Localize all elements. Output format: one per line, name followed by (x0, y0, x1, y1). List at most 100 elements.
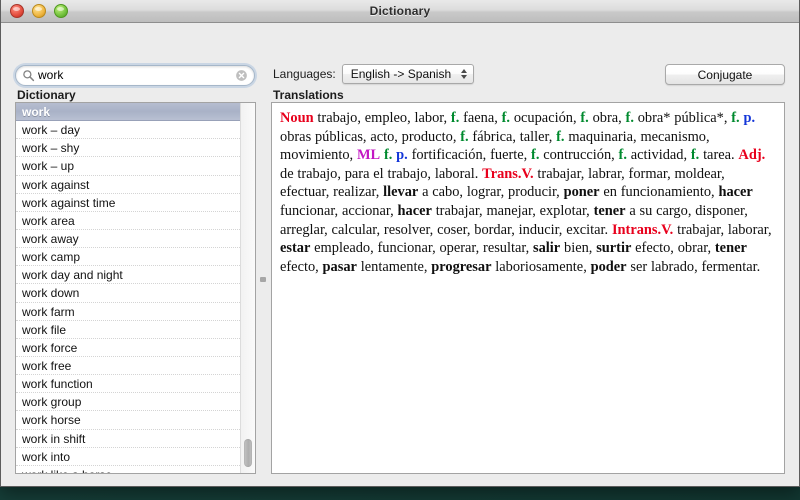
translation-pos-marker: Trans.V. (482, 165, 534, 182)
translation-bold-marker: surtir (596, 240, 632, 257)
splitter-handle-icon[interactable] (260, 277, 266, 282)
dictionary-list-item[interactable]: work day and night (16, 266, 240, 285)
dictionary-list-item[interactable]: work like a horse (16, 466, 240, 473)
translation-gen-marker: f. (618, 147, 627, 164)
translation-pos-marker: Adj. (738, 147, 766, 164)
minimize-button[interactable] (32, 4, 46, 18)
window-content: Languages: English -> Spanish Conjugate … (1, 23, 799, 486)
translation-text-run: fábrica, taller, (468, 128, 557, 145)
dictionary-list-item[interactable]: work camp (16, 248, 240, 267)
translations-text: Noun trabajo, empleo, labor, f. faena, f… (272, 103, 784, 282)
dictionary-scrollbar[interactable] (240, 103, 255, 473)
window-controls (10, 4, 68, 18)
translation-text-run: contrucción, (539, 147, 619, 164)
translations-pane-label: Translations (273, 88, 344, 102)
translation-text-run: obras públicas, acto, producto, (280, 128, 461, 145)
translation-text-run: trabajar, laborar, (673, 221, 772, 238)
translation-text-run: actividad, (626, 147, 691, 164)
translation-text-run: tarea. (699, 147, 739, 164)
translation-bold-marker: pasar (322, 258, 357, 275)
languages-select[interactable]: English -> Spanish (341, 64, 475, 84)
dictionary-list-item[interactable]: work horse (16, 411, 240, 430)
dictionary-list-item[interactable]: work against time (16, 194, 240, 212)
dictionary-list-item[interactable]: work farm (16, 303, 240, 321)
dictionary-window: Dictionary Languages: English -> Spanish (0, 0, 800, 487)
translation-text-run: ocupación, (510, 110, 581, 126)
translation-text-run: funcionar, accionar, (280, 202, 398, 219)
dictionary-list-item[interactable]: work down (16, 284, 240, 303)
translation-bold-marker: poder (590, 258, 627, 275)
dictionary-list-item[interactable]: work file (16, 321, 240, 339)
translation-gen-marker: f. (501, 110, 511, 126)
dictionary-list-item[interactable]: work away (16, 230, 240, 249)
dictionary-list-item[interactable]: work – day (16, 121, 240, 140)
translation-pos-marker: Intrans.V. (611, 221, 674, 238)
clear-icon[interactable] (235, 69, 248, 82)
dictionary-list-item[interactable]: work – shy (16, 139, 240, 158)
translation-bold-marker: poner (563, 184, 600, 201)
pane-splitter[interactable] (259, 102, 269, 474)
translation-text-run: fortificación, fuerte, (407, 147, 532, 164)
dictionary-list-item[interactable]: work into (16, 448, 240, 466)
dictionary-list-item[interactable]: work group (16, 393, 240, 412)
close-button[interactable] (10, 4, 24, 18)
dictionary-list-item[interactable]: work against (16, 176, 240, 194)
languages-selected-value: English -> Spanish (350, 67, 452, 81)
translation-text-run: en funcionamiento, (599, 184, 719, 201)
dictionary-list-item[interactable]: work in shift (16, 430, 240, 448)
translation-text-run: faena, (459, 110, 502, 126)
dictionary-list-item[interactable]: work function (16, 375, 240, 394)
translation-gen-marker: f. (580, 110, 589, 126)
translation-gen-marker: f. (690, 147, 700, 164)
translation-text-run: efecto, obrar, (631, 240, 715, 257)
dictionary-list-item[interactable]: work area (16, 212, 240, 230)
translation-plural-marker: p. (396, 147, 408, 164)
translation-bold-marker: llevar (383, 184, 419, 201)
translation-bold-marker: tener (593, 202, 626, 219)
translation-bold-marker: tener (714, 240, 747, 257)
translation-gen-marker: f. (460, 128, 469, 145)
window-title: Dictionary (369, 4, 431, 18)
translation-bold-marker: progresar (431, 258, 492, 275)
translation-bold-marker: estar (280, 240, 311, 257)
translation-text-run: empleado, funcionar, operar, resultar, (310, 240, 534, 257)
search-icon (23, 70, 35, 82)
popup-arrows-icon (461, 69, 468, 79)
dictionary-pane-label: Dictionary (17, 88, 76, 102)
dictionary-list-item[interactable]: work force (16, 339, 240, 357)
translation-bold-marker: hacer (718, 184, 753, 201)
dictionary-scrollbar-thumb[interactable] (244, 439, 252, 467)
search-field[interactable] (15, 65, 255, 86)
translation-text-run: trabajo, empleo, labor, (313, 110, 451, 126)
translation-text-run: lentamente, (356, 258, 432, 275)
translation-text-run: laboriosamente, (491, 258, 591, 275)
translation-plural-marker: p. (743, 110, 756, 126)
zoom-button[interactable] (54, 4, 68, 18)
translation-text-run: a cabo, lograr, producir, (418, 184, 564, 201)
languages-label: Languages: (273, 67, 336, 81)
translation-text-run: efecto, (280, 258, 323, 275)
dictionary-list-item[interactable]: work (16, 103, 240, 122)
translation-text-run: bien, (560, 240, 597, 257)
translation-usage-marker: ML (356, 147, 381, 164)
translation-gen-marker: f. (556, 128, 565, 145)
translation-gen-marker: f. (731, 110, 740, 126)
translation-text-run: obra, (588, 110, 626, 126)
dictionary-list-item[interactable]: work – up (16, 157, 240, 176)
conjugate-button[interactable]: Conjugate (665, 64, 785, 85)
translation-bold-marker: salir (533, 240, 561, 257)
translation-text-run: obra* pública*, (633, 110, 732, 126)
languages-control: Languages: English -> Spanish (273, 64, 475, 84)
dictionary-list-pane: work work – day work – shy work – up work ag… (15, 102, 256, 474)
translation-gen-marker: f. (625, 110, 634, 126)
translation-text-run: de trabajo, para el trabajo, laboral. (280, 165, 483, 182)
dictionary-list-item[interactable]: work free (16, 357, 240, 376)
translation-text-run: trabajar, manejar, explotar, (431, 202, 594, 219)
window-titlebar[interactable]: Dictionary (1, 0, 799, 23)
translations-pane[interactable]: Noun trabajo, empleo, labor, f. faena, f… (271, 102, 785, 474)
translation-bold-marker: hacer (397, 202, 432, 219)
translation-text-run: ser labrado, fermentar. (626, 258, 761, 275)
search-input[interactable] (35, 67, 235, 84)
dictionary-list[interactable]: work work – day work – shy work – up work ag… (16, 103, 240, 473)
translation-pos-marker: Noun (280, 110, 314, 126)
